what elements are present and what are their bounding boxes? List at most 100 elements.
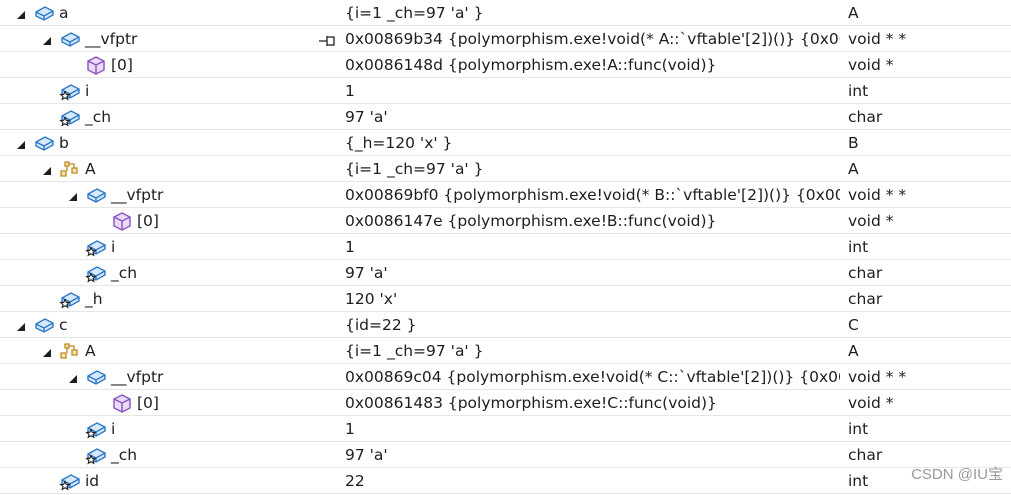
collapse-arrow-icon[interactable] bbox=[67, 371, 79, 383]
variable-name: _ch bbox=[111, 446, 138, 464]
static-field-icon bbox=[85, 237, 107, 257]
variable-type: B bbox=[848, 134, 859, 152]
variable-type: void * bbox=[848, 212, 894, 230]
base-class-icon bbox=[59, 341, 81, 361]
watch-row[interactable]: _ch 97 'a' char bbox=[0, 442, 1011, 468]
method-icon bbox=[111, 211, 133, 231]
variable-value[interactable]: 0x0086148d {polymorphism.exe!A::func(voi… bbox=[345, 52, 840, 78]
watch-row[interactable]: i 1 int bbox=[0, 416, 1011, 442]
variable-value[interactable]: 97 'a' bbox=[345, 104, 840, 130]
static-field-icon bbox=[59, 471, 81, 491]
variable-type: void * * bbox=[848, 368, 907, 386]
watch-row[interactable]: id 22 int bbox=[0, 468, 1011, 494]
watch-row[interactable]: A {i=1 _ch=97 'a' } A bbox=[0, 338, 1011, 364]
variable-value[interactable]: 22 bbox=[345, 468, 840, 494]
collapse-arrow-icon[interactable] bbox=[41, 345, 53, 357]
watch-row[interactable]: b {_h=120 'x' } B bbox=[0, 130, 1011, 156]
variable-name: __vfptr bbox=[85, 30, 138, 48]
field-icon bbox=[33, 133, 55, 153]
variable-type: void * bbox=[848, 394, 894, 412]
variable-type: void * * bbox=[848, 186, 907, 204]
watch-row[interactable]: _h 120 'x' char bbox=[0, 286, 1011, 312]
watch-row[interactable]: [0] 0x00861483 {polymorphism.exe!C::func(… bbox=[0, 390, 1011, 416]
variable-value[interactable]: 0x00869bf0 {polymorphism.exe!void(* B::`… bbox=[345, 182, 840, 208]
variable-type: A bbox=[848, 342, 859, 360]
watch-row[interactable]: a {i=1 _ch=97 'a' } A bbox=[0, 0, 1011, 26]
variable-value[interactable]: 1 bbox=[345, 78, 840, 104]
variable-name: i bbox=[111, 420, 116, 438]
watermark: CSDN @IU宝 bbox=[911, 466, 1003, 483]
variable-name: _ch bbox=[85, 108, 112, 126]
variable-type: int bbox=[848, 238, 869, 256]
variable-name: [0] bbox=[137, 394, 159, 412]
variable-type: int bbox=[848, 420, 869, 438]
static-field-icon bbox=[59, 107, 81, 127]
watch-row[interactable]: __vfptr 0x00869b34 {polymorphism.exe!void… bbox=[0, 26, 1011, 52]
collapse-arrow-icon[interactable] bbox=[67, 189, 79, 201]
watch-row[interactable]: __vfptr 0x00869bf0 {polymorphism.exe!void… bbox=[0, 182, 1011, 208]
variable-type: int bbox=[848, 82, 869, 100]
variable-type: char bbox=[848, 290, 883, 308]
variable-name: __vfptr bbox=[111, 186, 164, 204]
static-field-icon bbox=[85, 445, 107, 465]
variable-type: void * * bbox=[848, 30, 907, 48]
variable-value[interactable]: 97 'a' bbox=[345, 260, 840, 286]
variable-type: void * bbox=[848, 56, 894, 74]
base-class-icon bbox=[59, 159, 81, 179]
variable-value[interactable]: {i=1 _ch=97 'a' } bbox=[345, 156, 840, 182]
watch-row[interactable]: __vfptr 0x00869c04 {polymorphism.exe!void… bbox=[0, 364, 1011, 390]
variable-value[interactable]: 0x00861483 {polymorphism.exe!C::func(voi… bbox=[345, 390, 840, 416]
variable-value[interactable]: {i=1 _ch=97 'a' } bbox=[345, 338, 840, 364]
variable-value[interactable]: 0x00869b34 {polymorphism.exe!void(* A::`… bbox=[345, 26, 840, 52]
field-icon bbox=[59, 29, 81, 49]
variable-value[interactable]: 1 bbox=[345, 234, 840, 260]
variable-value[interactable]: 1 bbox=[345, 416, 840, 442]
method-icon bbox=[85, 55, 107, 75]
watch-row[interactable]: i 1 int bbox=[0, 78, 1011, 104]
variable-value[interactable]: {id=22 } bbox=[345, 312, 840, 338]
static-field-icon bbox=[85, 263, 107, 283]
watch-row[interactable]: A {i=1 _ch=97 'a' } A bbox=[0, 156, 1011, 182]
variable-value[interactable]: 120 'x' bbox=[345, 286, 840, 312]
watch-row[interactable]: _ch 97 'a' char bbox=[0, 260, 1011, 286]
variable-name: b bbox=[59, 134, 69, 152]
variable-name: _h bbox=[85, 290, 103, 308]
variable-name: [0] bbox=[137, 212, 159, 230]
variable-type: A bbox=[848, 160, 859, 178]
field-icon bbox=[85, 185, 107, 205]
variable-type: C bbox=[848, 316, 859, 334]
variable-type: char bbox=[848, 264, 883, 282]
watch-row[interactable]: i 1 int bbox=[0, 234, 1011, 260]
collapse-arrow-icon[interactable] bbox=[41, 163, 53, 175]
collapse-arrow-icon[interactable] bbox=[15, 319, 27, 331]
collapse-arrow-icon[interactable] bbox=[15, 137, 27, 149]
variable-value[interactable]: 0x00869c04 {polymorphism.exe!void(* C::`… bbox=[345, 364, 840, 390]
variable-name: i bbox=[85, 82, 90, 100]
variable-value[interactable]: 0x0086147e {polymorphism.exe!B::func(voi… bbox=[345, 208, 840, 234]
watch-row[interactable]: c {id=22 } C bbox=[0, 312, 1011, 338]
variable-name: __vfptr bbox=[111, 368, 164, 386]
variable-type: char bbox=[848, 446, 883, 464]
variable-value[interactable]: {_h=120 'x' } bbox=[345, 130, 840, 156]
variable-name: i bbox=[111, 238, 116, 256]
variable-name: id bbox=[85, 472, 100, 490]
field-icon bbox=[33, 3, 55, 23]
variable-name: A bbox=[85, 160, 96, 178]
variable-type: A bbox=[848, 4, 859, 22]
pin-icon[interactable] bbox=[318, 33, 336, 46]
watch-row[interactable]: [0] 0x0086147e {polymorphism.exe!B::func(… bbox=[0, 208, 1011, 234]
variable-name: _ch bbox=[111, 264, 138, 282]
variable-name: a bbox=[59, 4, 69, 22]
method-icon bbox=[111, 393, 133, 413]
collapse-arrow-icon[interactable] bbox=[41, 33, 53, 45]
variable-value[interactable]: 97 'a' bbox=[345, 442, 840, 468]
variable-name: [0] bbox=[111, 56, 133, 74]
collapse-arrow-icon[interactable] bbox=[15, 7, 27, 19]
variable-name: A bbox=[85, 342, 96, 360]
watch-row[interactable]: _ch 97 'a' char bbox=[0, 104, 1011, 130]
variable-name: c bbox=[59, 316, 68, 334]
static-field-icon bbox=[59, 289, 81, 309]
variable-value[interactable]: {i=1 _ch=97 'a' } bbox=[345, 0, 840, 26]
watch-window: a {i=1 _ch=97 'a' } A __vfptr 0x00869b34 {po… bbox=[0, 0, 1011, 494]
watch-row[interactable]: [0] 0x0086148d {polymorphism.exe!A::func(… bbox=[0, 52, 1011, 78]
